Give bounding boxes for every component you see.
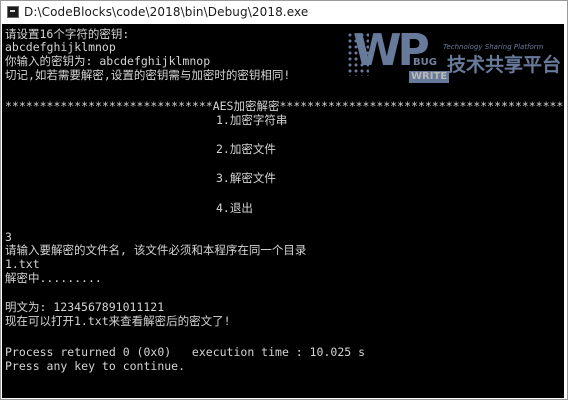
console-line-banner: ******************************AES加密解密***… bbox=[5, 99, 564, 113]
console-line: 请输入要解密的文件名, 该文件必须和本程序在同一个目录 bbox=[5, 243, 307, 257]
console-output[interactable]: 请设置16个字符的密钥: abcdefghijklmnop 你输入的密钥为: a… bbox=[2, 24, 564, 398]
watermark-bug: BUG bbox=[413, 57, 437, 68]
console-line: 明文为: 1234567891011121 bbox=[5, 300, 165, 314]
console-window: D:\CodeBlocks\code\2018\bin\Debug\2018.e… bbox=[0, 0, 568, 400]
watermark-logo: WP Technology Sharing Platform BUG WRITE… bbox=[347, 26, 562, 88]
console-line: 现在可以打开1.txt来查看解密后的密文了! bbox=[5, 314, 231, 328]
menu-item-encrypt-string: 1.加密字符串 bbox=[216, 113, 288, 127]
console-line: 1.txt bbox=[5, 257, 40, 271]
watermark-wp-letters: WP bbox=[353, 25, 430, 76]
console-line: 切记,如若需要解密,设置的密钥需与加密时的密钥相同! bbox=[5, 68, 291, 82]
watermark-tagline: Technology Sharing Platform bbox=[443, 43, 544, 51]
menu-item-encrypt-file: 2.加密文件 bbox=[216, 142, 276, 156]
console-app-icon bbox=[7, 6, 19, 18]
console-line: Press any key to continue. bbox=[5, 359, 186, 373]
console-line: 你输入的密钥为: abcdefghijklmnop bbox=[5, 54, 211, 68]
watermark-chinese: 技术共享平台 bbox=[447, 54, 562, 76]
title-bar[interactable]: D:\CodeBlocks\code\2018\bin\Debug\2018.e… bbox=[1, 1, 567, 23]
console-line: 解密中......... bbox=[5, 271, 102, 285]
watermark-dots bbox=[347, 32, 369, 76]
console-line: Process returned 0 (0x0) execution time … bbox=[5, 345, 366, 359]
window-title: D:\CodeBlocks\code\2018\bin\Debug\2018.e… bbox=[24, 5, 309, 19]
menu-item-exit: 4.退出 bbox=[216, 201, 253, 215]
menu-item-decrypt-file: 3.解密文件 bbox=[216, 171, 276, 185]
console-line: abcdefghijklmnop bbox=[5, 40, 116, 54]
watermark-write: WRITE bbox=[409, 71, 450, 83]
